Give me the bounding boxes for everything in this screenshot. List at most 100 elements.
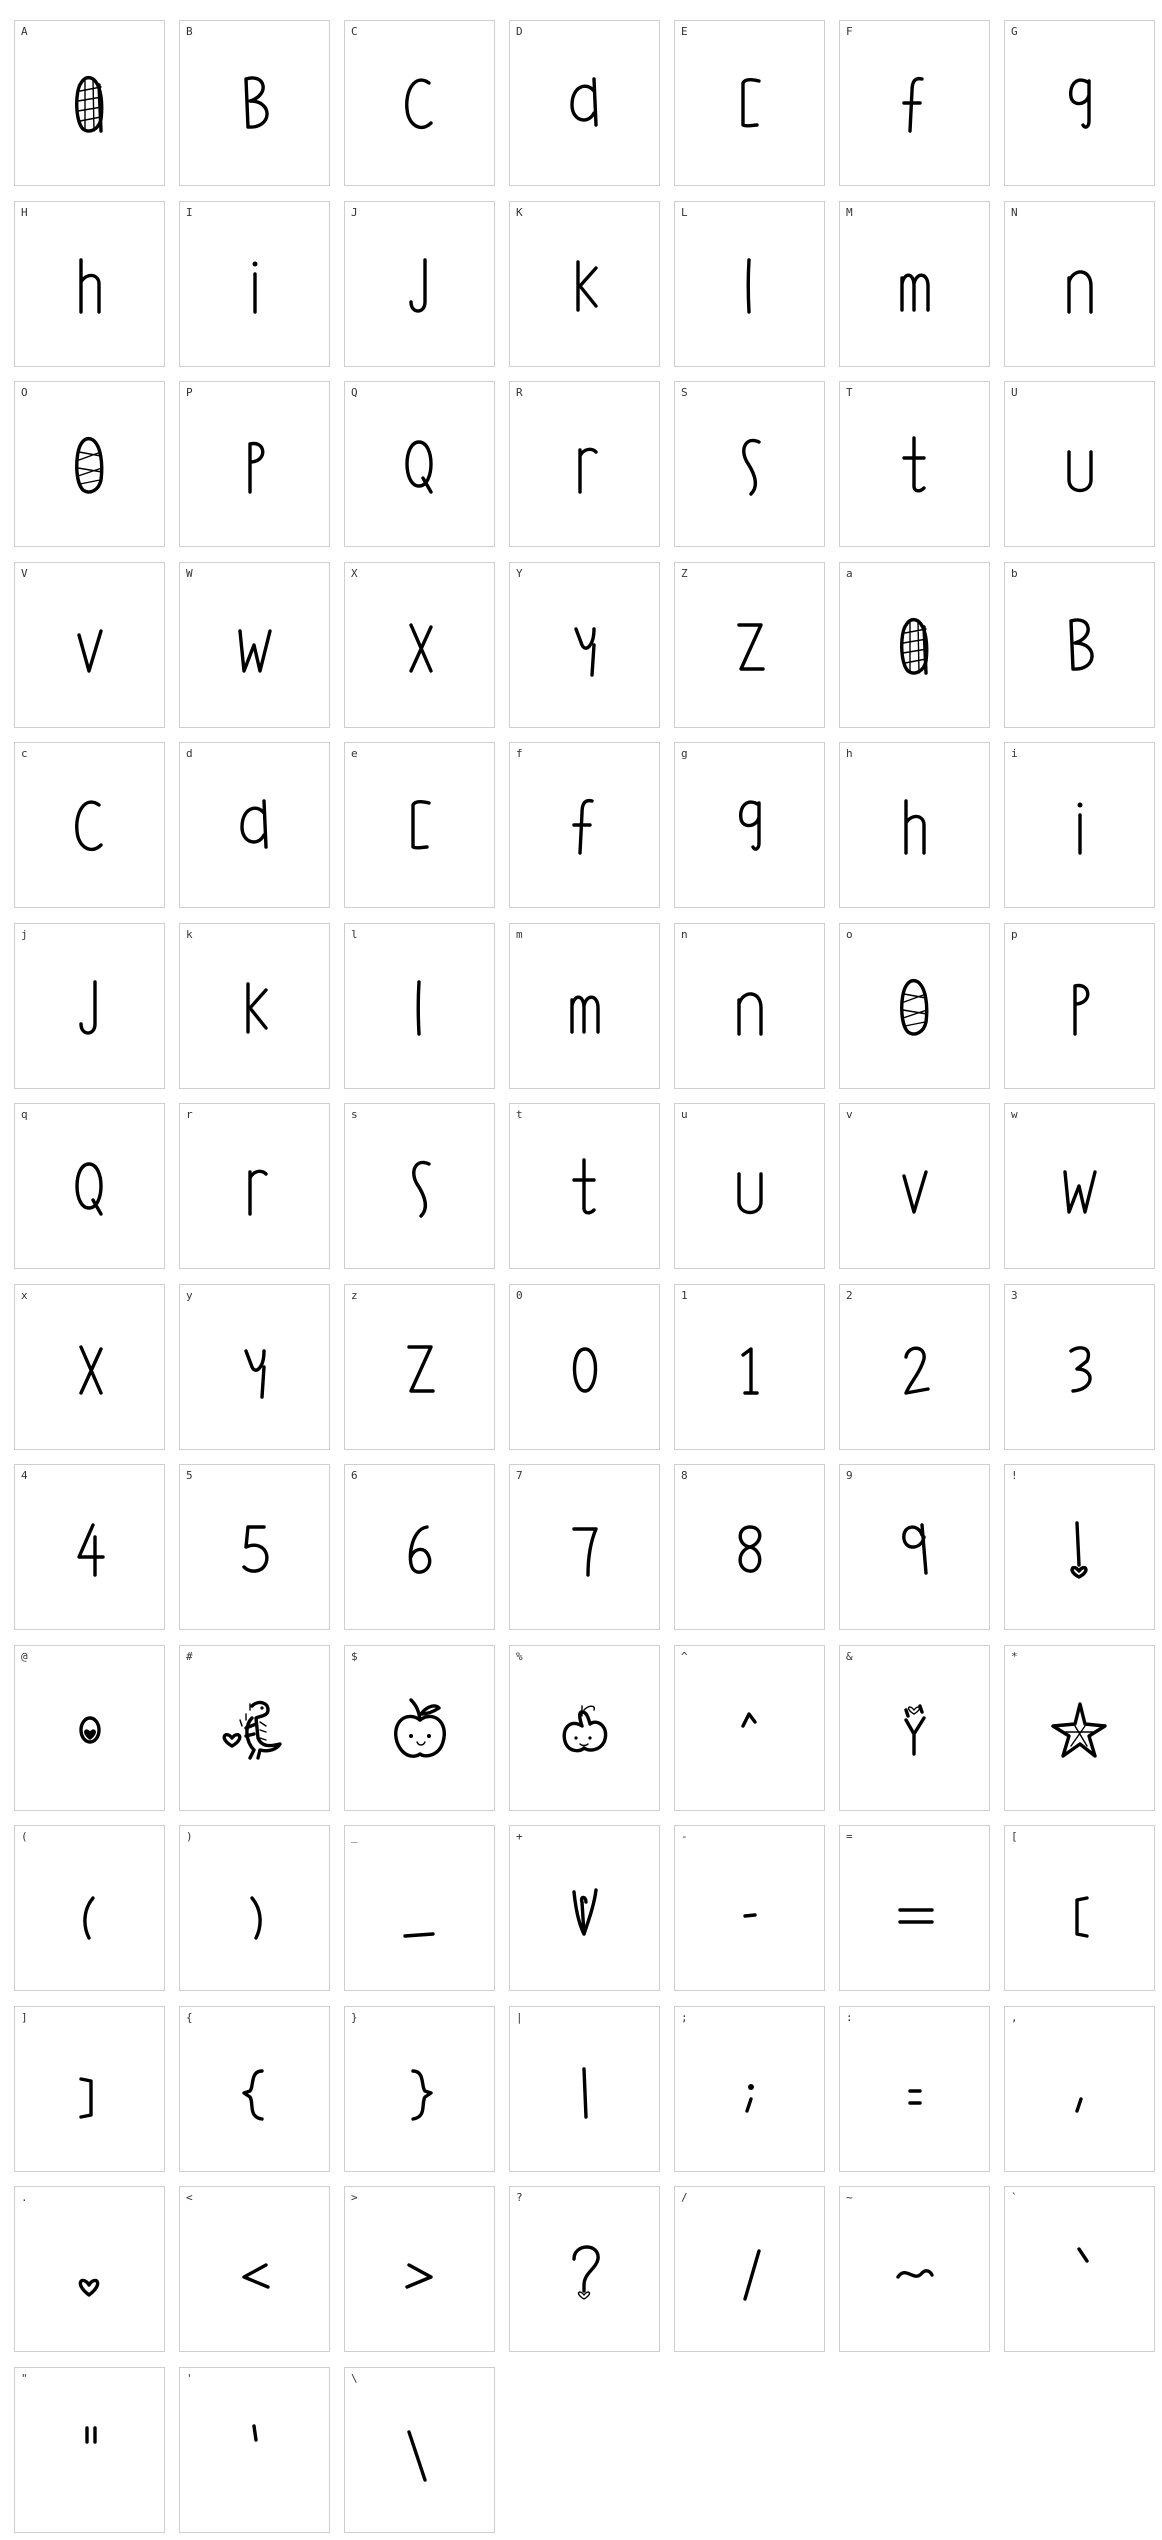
glyph-cell: 4 [14,1464,165,1630]
glyph-cell: } [344,2006,495,2172]
caret-icon [741,1712,757,1728]
l-icon [746,258,751,314]
J-icon [79,980,97,1035]
glyph-cell: ! [1004,1464,1155,1630]
glyph-cell: 1 [674,1284,825,1450]
glyph-cell: n [674,923,825,1089]
glyph-cell: P [179,381,330,547]
r-icon [578,447,598,494]
glyph-cell: # [179,1645,330,1811]
X-icon [79,1345,103,1395]
squote-icon [252,2424,258,2442]
colon-icon [908,2089,922,2105]
zero-icon [572,1347,598,1393]
glyph-cell: ' [179,2367,330,2533]
backslash-icon [407,2430,427,2482]
three-icon [1069,1346,1092,1393]
S-icon [412,1160,431,1218]
K-icon [576,260,598,312]
glyph-cell: j [14,923,165,1089]
glyph-cell: u [674,1103,825,1269]
glyph-cell: / [674,2186,825,2352]
r-icon [248,1169,268,1216]
Z-icon [737,623,765,671]
Z-icon [407,1345,435,1393]
l-icon [416,980,421,1036]
glyph-cell: z [344,1284,495,1450]
K-icon [246,982,268,1034]
greater-icon [405,2263,433,2289]
Y-icon [574,627,596,677]
Q-icon [75,1162,103,1216]
bracket-left-icon [1075,1896,1089,1938]
dash-icon [743,1913,757,1918]
Y-icon [244,1349,266,1399]
glyph-cell: 5 [179,1464,330,1630]
glyph-cell: Y [509,562,660,728]
eight-icon [738,1525,762,1573]
Q-icon [405,440,433,494]
glyph-cell: | [509,2006,660,2172]
glyph-cell: , [1004,2006,1155,2172]
glyph-cell: J [344,201,495,367]
glyph-cell: D [509,20,660,186]
glyph-cell: < [179,2186,330,2352]
P-icon [1073,983,1090,1036]
glyph-cell: m [509,923,660,1089]
paren-right-icon [250,1896,262,1940]
nine-icon [902,1523,928,1575]
glyph-cell: = [839,1825,990,1991]
a-round-icon [570,77,598,127]
glyph-cell: C [344,20,495,186]
f-icon [572,798,594,855]
four-icon [77,1523,105,1577]
glyph-cell: 2 [839,1284,990,1450]
glyph-cell: 8 [674,1464,825,1630]
glyph-cell: @ [14,1645,165,1811]
bar-icon [582,2067,588,2119]
five-icon [242,1525,269,1573]
glyph-grid: ABCDEFG HIJKLMN OPQRSTU VWXYZab cdefghi jklmn… [0,0,1162,2540]
two-icon [904,1346,930,1395]
glyph-cell: . [14,2186,165,2352]
glyph-cell: W [179,562,330,728]
glyph-cell: v [839,1103,990,1269]
glyph-cell: + [509,1825,660,1991]
glyph-cell: V [14,562,165,728]
glyph-cell: U [1004,381,1155,547]
slash-icon [743,2249,761,2301]
glyph-cell: * [1004,1645,1155,1811]
V-icon [77,629,103,673]
E-bracket-icon [741,77,761,128]
P-icon [248,441,265,494]
glyph-cell: ( [14,1825,165,1991]
J-icon [409,258,427,313]
six-icon [408,1525,432,1574]
g9-icon [739,800,761,851]
glyph-cell: & [839,1645,990,1811]
glyph-cell: G [1004,20,1155,186]
glyph-cell: > [344,2186,495,2352]
glyph-cell: l [344,923,495,1089]
glyph-cell: o [839,923,990,1089]
patterned-oval-2-icon [75,436,104,494]
a-round-icon [240,799,268,849]
apple-face-icon [394,1698,446,1758]
glyph-cell: E [674,20,825,186]
glyph-cell: N [1004,201,1155,367]
star-icon [1051,1702,1107,1758]
glyph-cell: t [509,1103,660,1269]
glyph-cell: $ [344,1645,495,1811]
patterned-oval-icon [75,75,104,133]
B-icon [1069,618,1094,671]
seven-icon [572,1527,598,1577]
dinosaur-icon [222,1700,282,1760]
S-icon [742,438,761,496]
glyph-cell: _ [344,1825,495,1991]
tilde-icon [896,2269,934,2279]
glyph-cell: ~ [839,2186,990,2352]
t-icon [902,436,926,493]
glyph-cell: w [1004,1103,1155,1269]
glyph-cell: L [674,201,825,367]
C-icon [75,800,103,851]
